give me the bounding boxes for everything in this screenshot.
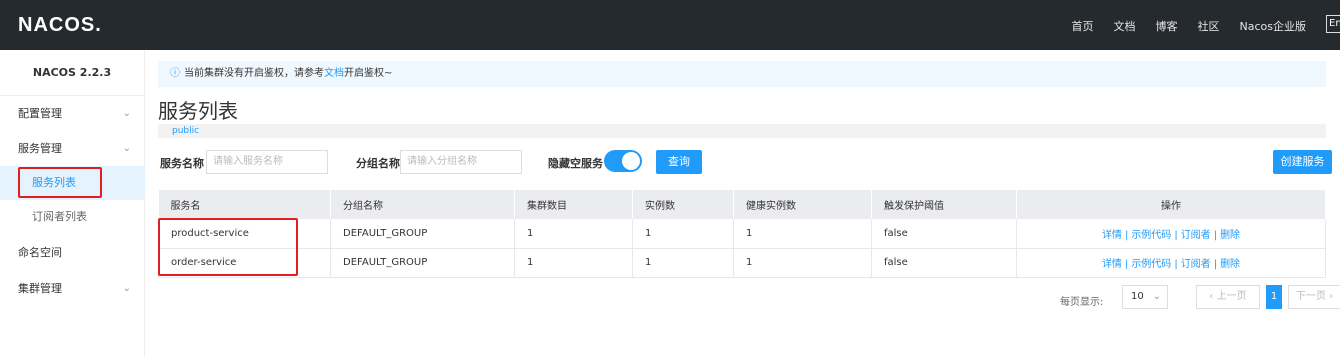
cell-healthy: 1: [733, 248, 872, 278]
sidebar-item-namespace[interactable]: 命名空间: [0, 236, 145, 270]
detail-link[interactable]: 详情: [1102, 230, 1122, 241]
namespace-tab[interactable]: public: [158, 124, 1326, 138]
separator: |: [1124, 229, 1129, 241]
subscribers-link[interactable]: 订阅者: [1181, 230, 1211, 241]
cell-group: DEFAULT_GROUP: [330, 248, 515, 278]
sidebar-item-label: 订阅者列表: [32, 210, 87, 223]
nav-community[interactable]: 社区: [1198, 18, 1220, 34]
query-button[interactable]: 查询: [656, 150, 702, 174]
chevron-down-icon: ⌄: [122, 143, 131, 154]
notice-text-end: 开启鉴权~: [344, 68, 393, 79]
col-service-name: 服务名: [158, 190, 331, 219]
page-size-label: 每页显示:: [1060, 297, 1104, 308]
highlight-box: [18, 167, 102, 198]
service-table: 服务名 分组名称 集群数目 实例数 健康实例数 触发保护阈值 操作 produc…: [158, 190, 1326, 278]
sidebar-item-service[interactable]: 服务管理 ⌄: [0, 132, 145, 166]
col-instances: 实例数: [632, 190, 734, 219]
hide-empty-toggle[interactable]: [604, 150, 642, 172]
prev-page-button[interactable]: ‹ 上一页: [1196, 285, 1260, 309]
separator: |: [1124, 259, 1129, 270]
sidebar-item-config[interactable]: 配置管理 ⌄: [0, 97, 145, 131]
col-group-name: 分组名称: [330, 190, 515, 219]
notice-doc-link[interactable]: 文档: [324, 68, 344, 79]
col-threshold: 触发保护阈值: [871, 190, 1017, 219]
col-clusters: 集群数目: [514, 190, 633, 219]
chevron-down-icon: ⌄: [122, 283, 131, 294]
cell-operations: 详情 | 示例代码 | 订阅者 | 删除: [1016, 248, 1326, 278]
cell-clusters: 1: [514, 219, 633, 249]
chevron-down-icon: ⌄: [1152, 291, 1161, 302]
table-header: 服务名 分组名称 集群数目 实例数 健康实例数 触发保护阈值 操作: [158, 190, 1326, 219]
subscribers-link[interactable]: 订阅者: [1181, 259, 1211, 270]
cell-threshold: false: [871, 219, 1017, 249]
notice-text: 当前集群没有开启鉴权，请参考: [184, 68, 324, 79]
group-name-label: 分组名称: [356, 157, 400, 170]
col-healthy: 健康实例数: [733, 190, 872, 219]
chevron-down-icon: ⌄: [122, 108, 131, 119]
sidebar-item-cluster[interactable]: 集群管理 ⌄: [0, 272, 145, 306]
create-service-button[interactable]: 创建服务: [1273, 150, 1332, 174]
language-switch[interactable]: En: [1326, 15, 1340, 33]
next-page-button[interactable]: 下一页 ›: [1288, 285, 1340, 309]
cell-instances: 1: [632, 248, 734, 278]
group-name-input[interactable]: 请输入分组名称: [400, 150, 522, 174]
sidebar-item-label: 集群管理: [18, 282, 62, 295]
nav-enterprise[interactable]: Nacos企业版: [1240, 18, 1306, 34]
top-nav: 首页 文档 博客 社区 Nacos企业版: [1072, 18, 1306, 34]
toggle-knob: [622, 152, 640, 170]
page-size-value: 10: [1131, 291, 1144, 302]
cell-clusters: 1: [514, 248, 633, 278]
cell-group: DEFAULT_GROUP: [330, 219, 515, 249]
sidebar-item-label: 服务管理: [18, 142, 62, 155]
prev-page-label: 上一页: [1216, 291, 1247, 302]
top-header: NACOS. 首页 文档 博客 社区 Nacos企业版 En: [0, 0, 1340, 50]
detail-link[interactable]: 详情: [1102, 259, 1122, 270]
main-content: ⓘ 当前集群没有开启鉴权，请参考文档开启鉴权~ 服务列表 public 服务名称 …: [146, 50, 1340, 357]
cell-healthy: 1: [733, 219, 872, 249]
service-name-label: 服务名称: [160, 157, 204, 170]
sidebar-item-subscribers[interactable]: 订阅者列表: [0, 200, 145, 234]
separator: |: [1213, 259, 1218, 270]
delete-link[interactable]: 删除: [1220, 230, 1240, 241]
next-page-label: 下一页: [1295, 291, 1326, 302]
separator: |: [1213, 229, 1218, 241]
chevron-right-icon: ›: [1325, 291, 1334, 302]
cell-operations: 详情 | 示例代码 | 订阅者 | 删除: [1016, 219, 1326, 249]
sidebar-item-label: 命名空间: [18, 246, 62, 259]
version-label: NACOS 2.2.3: [0, 50, 144, 96]
nav-blog[interactable]: 博客: [1156, 18, 1178, 34]
sample-code-link[interactable]: 示例代码: [1131, 259, 1171, 270]
service-name-input[interactable]: 请输入服务名称: [206, 150, 328, 174]
separator: |: [1174, 229, 1178, 241]
col-operations: 操作: [1016, 190, 1326, 219]
auth-notice: ⓘ 当前集群没有开启鉴权，请参考文档开启鉴权~: [158, 61, 1326, 87]
cell-instances: 1: [632, 219, 734, 249]
sample-code-link[interactable]: 示例代码: [1131, 230, 1171, 241]
table-row: order-service DEFAULT_GROUP 1 1 1 false …: [158, 248, 1326, 278]
nav-docs[interactable]: 文档: [1114, 18, 1136, 34]
current-page[interactable]: 1: [1266, 285, 1282, 309]
chevron-left-icon: ‹: [1209, 291, 1217, 302]
table-row: product-service DEFAULT_GROUP 1 1 1 fals…: [158, 219, 1326, 249]
separator: |: [1174, 259, 1178, 270]
sidebar-item-label: 配置管理: [18, 107, 62, 120]
hide-empty-label: 隐藏空服务: [548, 157, 603, 170]
page-size-select[interactable]: 10 ⌄: [1122, 285, 1168, 309]
delete-link[interactable]: 删除: [1220, 259, 1240, 270]
nav-home[interactable]: 首页: [1072, 18, 1094, 34]
nacos-logo[interactable]: NACOS.: [18, 14, 102, 37]
cell-threshold: false: [871, 248, 1017, 278]
highlight-box: [158, 218, 298, 276]
info-icon: ⓘ: [170, 68, 180, 79]
page-title: 服务列表: [158, 99, 238, 123]
sidebar: NACOS 2.2.3 配置管理 ⌄ 服务管理 ⌄ 服务列表 订阅者列表 命名空…: [0, 50, 145, 357]
